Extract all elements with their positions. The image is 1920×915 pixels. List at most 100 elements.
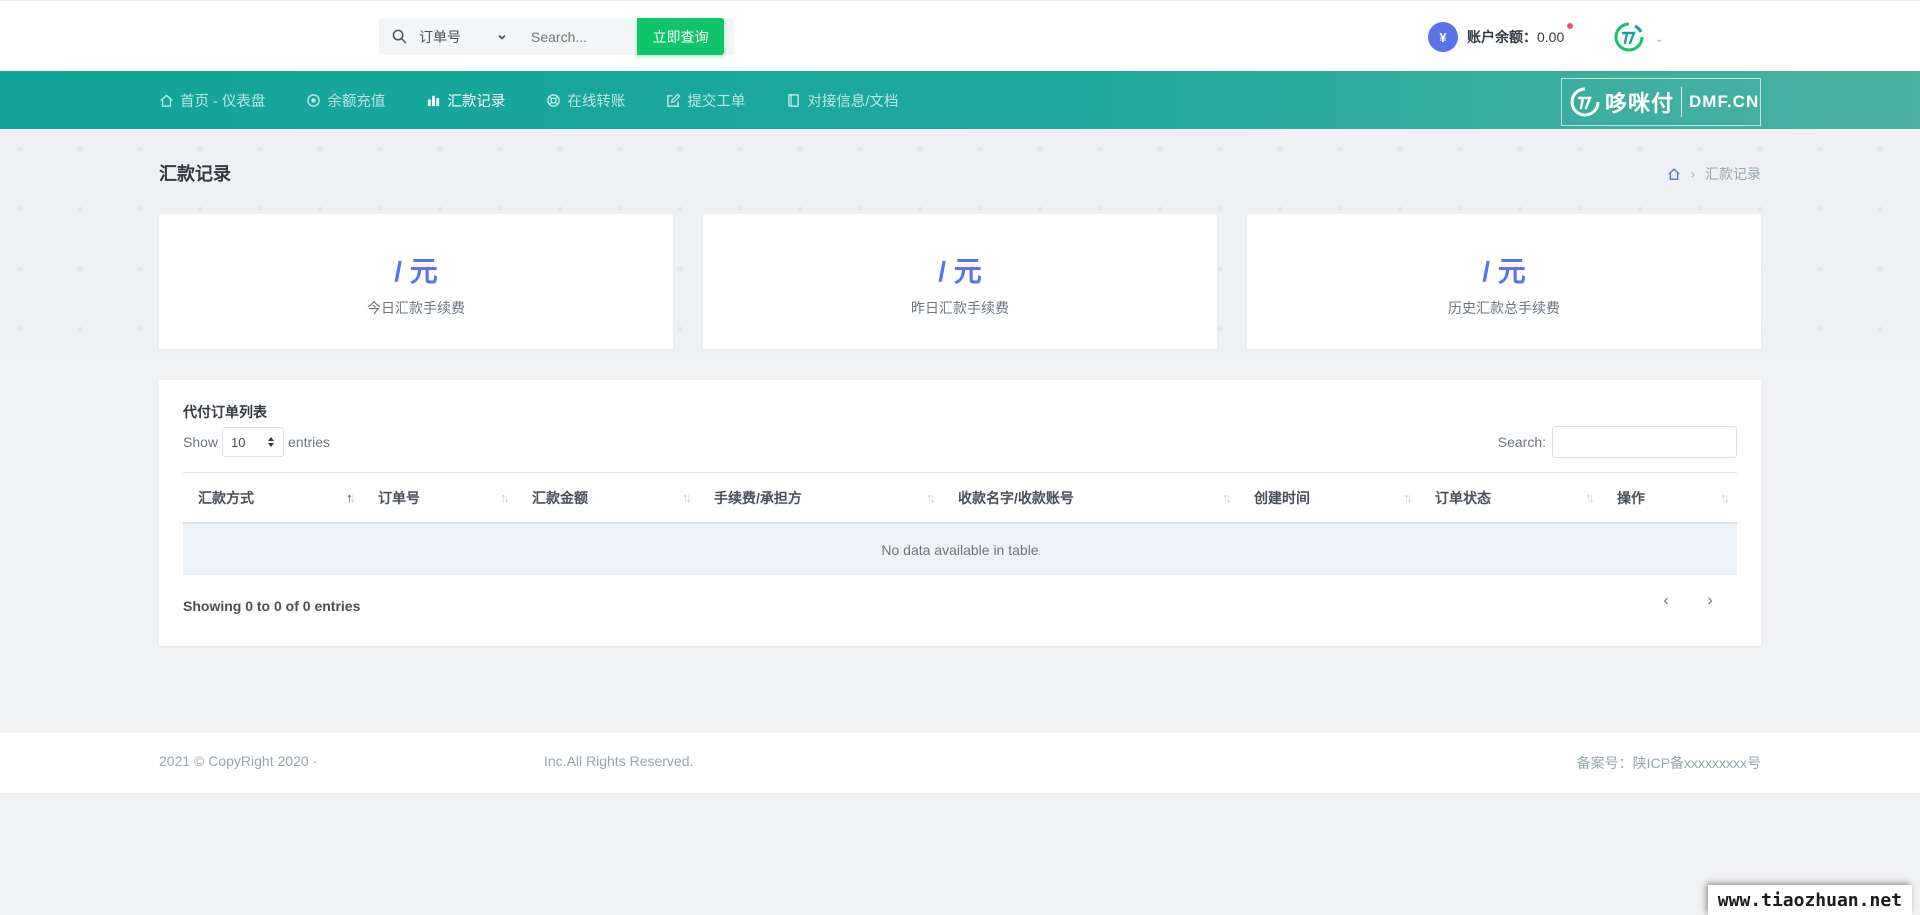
search-field-value: 订单号 (419, 28, 461, 45)
nav-label: 在线转账 (567, 93, 626, 110)
column-label: 订单状态 (1435, 490, 1491, 506)
table-length-control: Show 10 entries (183, 427, 330, 457)
pagination-next[interactable]: › (1699, 592, 1721, 610)
table-search-input[interactable] (1552, 426, 1737, 458)
chevron-down-icon (498, 34, 506, 40)
footer-icp[interactable]: 备案号：陕ICP备xxxxxxxxx号 (1577, 753, 1761, 773)
watermark: www.tiaozhuan.net (1707, 885, 1912, 915)
column-label: 订单号 (378, 490, 420, 506)
stat-value: / 元 (938, 256, 982, 287)
nav-label: 对接信息/文档 (807, 93, 899, 110)
main-nav: 首页 - 仪表盘 余额充值 汇款记录 在线转账 提交工单 对接信息/文档 哆咪付… (0, 71, 1920, 129)
entries-label: entries (288, 434, 331, 450)
show-label: Show (183, 434, 219, 450)
logo-divider (1681, 87, 1683, 117)
table-info: Showing 0 to 0 of 0 entries (183, 598, 361, 614)
nav-item-submit-ticket[interactable]: 提交工单 (666, 90, 745, 111)
balance-value: 0.00 (1537, 29, 1565, 45)
bar-chart-icon (428, 95, 440, 106)
logo-text-en: DMF.CN (1689, 92, 1760, 111)
table-search-label: Search: (1497, 434, 1546, 450)
stat-value: / 元 (1482, 256, 1526, 287)
column-header-amount[interactable]: 汇款金额 ↑↓ (517, 473, 699, 523)
stat-label: 历史汇款总手续费 (1448, 300, 1560, 316)
sort-updown-icon (268, 437, 275, 447)
column-label: 收款名字/收款账号 (958, 490, 1074, 506)
stat-value: / 元 (394, 256, 438, 287)
nav-label: 汇款记录 (447, 93, 506, 110)
column-header-fee[interactable]: 手续费/承担方 ↑↓ (699, 473, 943, 523)
book-icon (788, 93, 800, 107)
stat-card-today-fee: / 元 今日汇款手续费 (159, 214, 673, 349)
stat-card-yesterday-fee: / 元 昨日汇款手续费 (703, 214, 1217, 349)
search-input[interactable] (519, 18, 637, 55)
payout-orders-card: 代付订单列表 Show 10 entries Search: 汇款方式 ↑↓ 订… (159, 380, 1761, 646)
stat-card-total-fee: / 元 历史汇款总手续费 (1247, 214, 1761, 349)
top-bar: 订单号 立即查询 ¥ 账户余额： 0.00 ⌄ (0, 0, 1920, 71)
column-header-payee[interactable]: 收款名字/收款账号 ↑↓ (943, 473, 1239, 523)
search-field-select[interactable]: 订单号 (419, 27, 519, 47)
home-icon[interactable] (1667, 167, 1681, 181)
chevron-right-icon: › (1691, 167, 1695, 181)
logo-text-cn: 哆咪付 (1605, 91, 1675, 116)
sort-icon: ↑↓ (1585, 490, 1595, 505)
home-icon (160, 93, 173, 107)
sort-icon: ↑↓ (500, 490, 510, 505)
column-header-status[interactable]: 订单状态 ↑↓ (1420, 473, 1602, 523)
sort-icon: ↑↓ (926, 490, 936, 505)
sort-icon: ↑↓ (346, 490, 356, 505)
page-length-select[interactable]: 10 (222, 427, 285, 457)
footer: 2021 © CopyRight 2020 · Inc.All Rights R… (0, 733, 1920, 793)
table-search: Search: (1498, 426, 1737, 458)
column-header-actions[interactable]: 操作 ↑↓ (1602, 473, 1737, 523)
nav-item-api-docs[interactable]: 对接信息/文档 (786, 90, 898, 111)
column-label: 汇款方式 (198, 490, 254, 506)
nav-label: 首页 - 仪表盘 (180, 93, 266, 110)
column-header-method[interactable]: 汇款方式 ↑↓ (183, 473, 363, 523)
column-label: 操作 (1617, 490, 1645, 506)
page-title: 汇款记录 (159, 164, 231, 184)
stat-label: 昨日汇款手续费 (911, 300, 1009, 316)
sort-icon: ↑↓ (1403, 490, 1413, 505)
chevron-down-icon[interactable]: ⌄ (1655, 34, 1663, 45)
record-icon (307, 93, 321, 107)
nav-item-online-transfer[interactable]: 在线转账 (546, 90, 625, 111)
balance-label: 账户余额： (1467, 29, 1537, 45)
account-balance[interactable]: ¥ 账户余额： 0.00 (1428, 22, 1574, 52)
nav-item-remittance-records[interactable]: 汇款记录 (426, 90, 505, 111)
sort-icon: ↑↓ (1222, 490, 1232, 505)
query-button[interactable]: 立即查询 (637, 18, 724, 55)
column-label: 手续费/承担方 (714, 490, 802, 506)
nav-label: 余额充值 (327, 93, 386, 110)
pagination: ‹ › (1633, 592, 1721, 610)
table-title: 代付订单列表 (183, 404, 267, 420)
yen-icon: ¥ (1428, 22, 1458, 52)
brand-logo[interactable]: 哆咪付 DMF.CN (1561, 78, 1761, 126)
page-length-value: 10 (231, 434, 246, 450)
footer-copyright: 2021 © CopyRight 2020 · (159, 753, 318, 769)
stat-label: 今日汇款手续费 (367, 300, 465, 316)
logo-mark-icon (1614, 22, 1644, 52)
table-empty-row: No data available in table (183, 524, 1737, 575)
search-icon (379, 29, 419, 44)
sort-icon: ↑↓ (682, 490, 692, 505)
footer-rights: Inc.All Rights Reserved. (544, 753, 694, 769)
table-header: 汇款方式 ↑↓ 订单号 ↑↓ 汇款金额 ↑↓ 手续费/承担方 ↑↓ 收款名字/收… (183, 472, 1737, 524)
column-label: 创建时间 (1254, 490, 1310, 506)
breadcrumb: › 汇款记录 (1667, 164, 1761, 184)
sort-icon: ↑↓ (1720, 490, 1730, 505)
nav-item-recharge[interactable]: 余额充值 (306, 90, 385, 111)
breadcrumb-current: 汇款记录 (1705, 166, 1761, 182)
support-icon (547, 93, 561, 107)
nav-label: 提交工单 (687, 93, 746, 110)
column-header-created-at[interactable]: 创建时间 ↑↓ (1239, 473, 1420, 523)
column-label: 汇款金额 (532, 490, 588, 506)
logo-mark-icon (1568, 85, 1602, 119)
column-header-order-no[interactable]: 订单号 ↑↓ (363, 473, 517, 523)
edit-icon (667, 92, 681, 107)
notification-dot (1567, 23, 1574, 29)
nav-item-dashboard[interactable]: 首页 - 仪表盘 (159, 90, 265, 111)
avatar[interactable] (1612, 20, 1646, 54)
order-search-group: 订单号 立即查询 (379, 18, 734, 55)
pagination-prev[interactable]: ‹ (1655, 592, 1677, 610)
